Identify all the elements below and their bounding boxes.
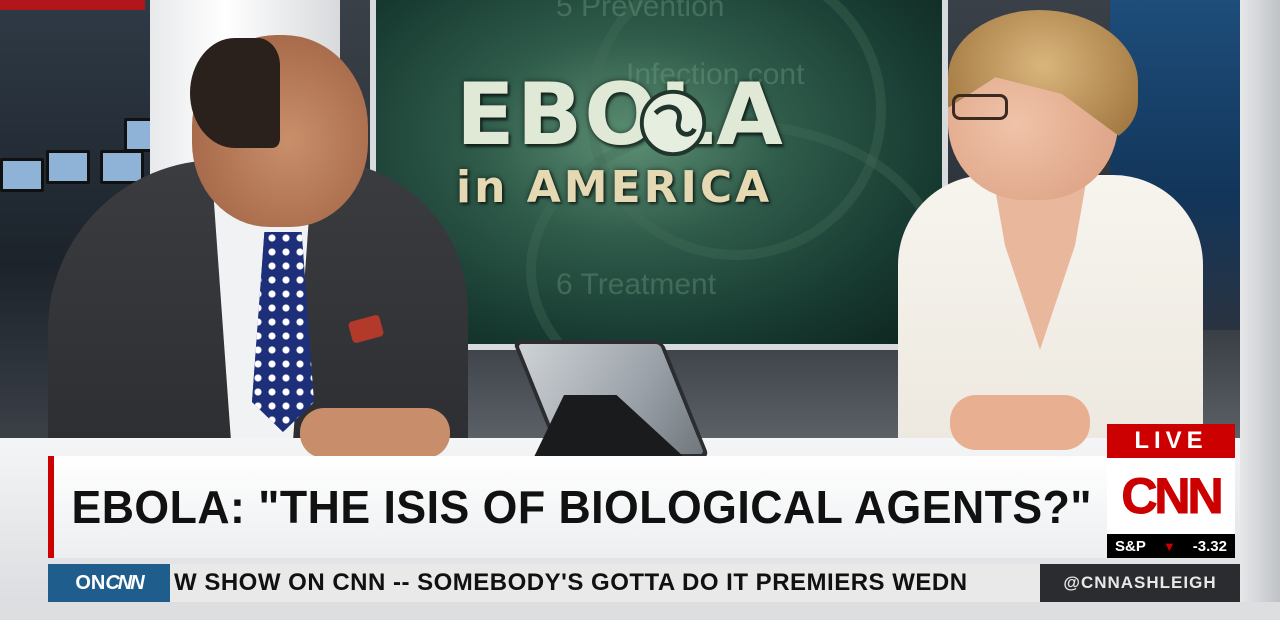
- on-prefix: ON: [75, 571, 106, 594]
- headline-text: EBOLA: "THE ISIS OF BIOLOGICAL AGENTS?": [71, 481, 1093, 533]
- cnn-mini-logo: CNN: [105, 571, 144, 594]
- lower-third-banner: EBOLA: "THE ISIS OF BIOLOGICAL AGENTS?": [48, 456, 1108, 558]
- wall-title-in-america: in AMERICA: [456, 162, 773, 213]
- down-triangle-icon: ▼: [1162, 538, 1176, 554]
- anchor-hands: [950, 395, 1090, 450]
- live-badge: LIVE: [1107, 424, 1235, 458]
- ghost-text: 5 Prevention: [556, 0, 725, 23]
- background-monitor: [0, 158, 44, 192]
- crawl-text-window: W SHOW ON CNN -- SOMEBODY'S GOTTA DO IT …: [170, 564, 1040, 602]
- ticker-symbol: S&P: [1115, 537, 1146, 555]
- glasses-icon: [952, 94, 1008, 120]
- red-accent-strip: [0, 0, 145, 10]
- studio-panel-right: [1240, 0, 1280, 620]
- news-crawl-bar: ON CNN W SHOW ON CNN -- SOMEBODY'S GOTTA…: [48, 564, 1240, 602]
- cnn-logo: CNN: [1121, 468, 1224, 525]
- social-handle: @CNNASHLEIGH: [1040, 564, 1240, 602]
- bottom-desk-strip: [0, 602, 1280, 620]
- ticker-value: -3.32: [1192, 537, 1227, 555]
- stock-ticker: S&P ▼ -3.32: [1107, 534, 1235, 558]
- crawl-text: W SHOW ON CNN -- SOMEBODY'S GOTTA DO IT …: [174, 569, 968, 596]
- virus-icon: [639, 89, 707, 157]
- background-monitor: [46, 150, 90, 184]
- guest-hands: [300, 408, 450, 458]
- network-logo-box: CNN: [1107, 458, 1235, 534]
- guest-hair: [190, 38, 280, 148]
- ghost-text: 6 Treatment: [556, 268, 717, 301]
- on-cnn-label: ON CNN: [48, 564, 170, 602]
